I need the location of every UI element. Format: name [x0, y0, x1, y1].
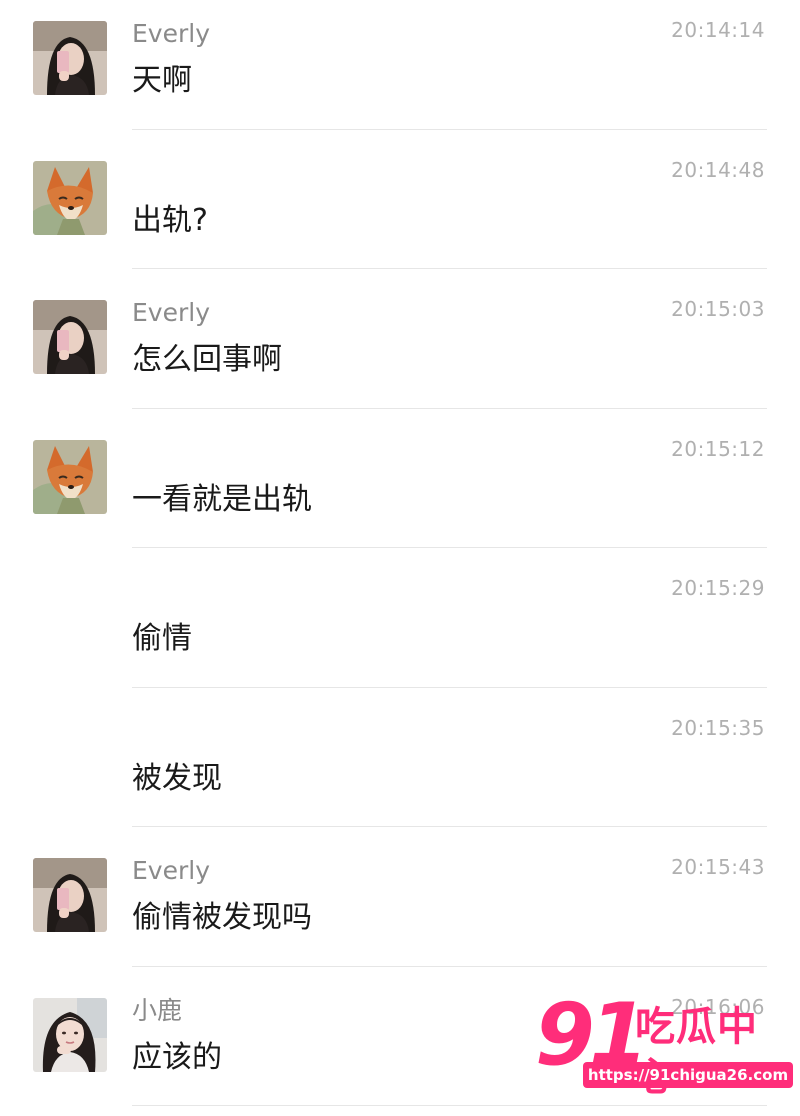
watermark-url: https://91chigua26.com — [583, 1062, 793, 1088]
message-row[interactable]: 20:14:48 出轨? — [0, 140, 800, 280]
message-text: 出轨? — [132, 202, 208, 240]
message-text: 偷情 — [132, 620, 192, 658]
message-row[interactable]: Everly 20:14:14 天啊 — [0, 0, 800, 140]
message-divider — [132, 826, 767, 827]
sender-name: Everly — [132, 18, 210, 50]
message-timestamp: 20:14:48 — [671, 156, 765, 184]
woman-selfie-avatar[interactable] — [33, 300, 107, 374]
message-divider — [132, 547, 767, 548]
woman-selfie-avatar[interactable] — [33, 21, 107, 95]
message-timestamp: 20:15:03 — [671, 295, 765, 323]
woman-selfie-avatar[interactable] — [33, 858, 107, 932]
message-timestamp: 20:14:14 — [671, 16, 765, 44]
message-row[interactable]: 20:15:35 被发现 — [0, 698, 800, 838]
message-row[interactable]: 20:15:12 一看就是出轨 — [0, 419, 800, 559]
message-row[interactable]: 20:15:29 偷情 — [0, 558, 800, 698]
message-divider — [132, 129, 767, 130]
message-divider — [132, 966, 767, 967]
message-divider — [132, 687, 767, 688]
sender-name: Everly — [132, 297, 210, 329]
message-divider — [132, 408, 767, 409]
message-row[interactable]: Everly 20:15:43 偷情被发现吗 — [0, 837, 800, 977]
fox-cartoon-avatar[interactable] — [33, 161, 107, 235]
message-divider — [132, 1105, 767, 1106]
message-timestamp: 20:15:12 — [671, 435, 765, 463]
message-timestamp: 20:15:35 — [671, 714, 765, 742]
message-text: 偷情被发现吗 — [132, 899, 312, 937]
message-text: 一看就是出轨 — [132, 481, 312, 519]
message-row[interactable]: Everly 20:15:03 怎么回事啊 — [0, 279, 800, 419]
message-text: 应该的 — [132, 1039, 222, 1077]
message-timestamp: 20:15:43 — [671, 853, 765, 881]
message-timestamp: 20:15:29 — [671, 574, 765, 602]
message-text: 怎么回事啊 — [132, 341, 282, 379]
sender-name: 小鹿 — [132, 995, 182, 1027]
message-text: 天啊 — [132, 62, 192, 100]
message-divider — [132, 268, 767, 269]
girl-portrait-avatar[interactable] — [33, 998, 107, 1072]
fox-cartoon-avatar[interactable] — [33, 440, 107, 514]
sender-name: Everly — [132, 855, 210, 887]
message-text: 被发现 — [132, 760, 222, 798]
site-watermark: 91 吃瓜中心 https://91chigua26.com — [535, 990, 797, 1094]
